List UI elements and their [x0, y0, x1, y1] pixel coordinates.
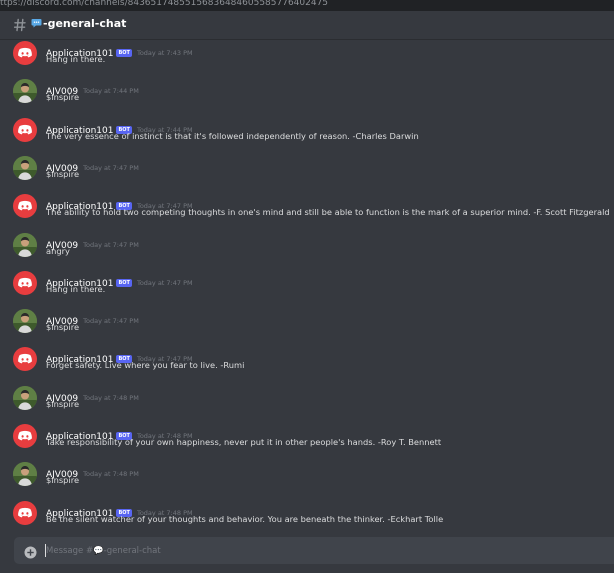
message-timestamp: Today at 7:48 PM	[83, 470, 139, 479]
message-timestamp: Today at 7:44 PM	[83, 87, 139, 96]
channel-title: -general-chat	[31, 17, 126, 31]
message-item[interactable]: Application101 BOT Today at 7:48 PM Be the …	[0, 500, 614, 534]
bot-badge: BOT	[116, 278, 132, 287]
user-avatar[interactable]	[13, 232, 37, 257]
discord-logo-icon[interactable]	[13, 347, 37, 372]
message-composer	[14, 537, 614, 564]
user-avatar[interactable]	[13, 155, 37, 180]
user-avatar[interactable]	[13, 309, 37, 334]
user-avatar[interactable]	[13, 385, 37, 410]
discord-logo-icon[interactable]	[13, 117, 37, 142]
message-header: AJV009 Today at 7:47 PM	[46, 156, 139, 174]
message-text: Be the silent watcher of your thoughts a…	[46, 513, 444, 524]
message-text: angry	[46, 245, 70, 256]
message-item[interactable]: Application101 BOT Today at 7:47 PM The abi…	[0, 193, 614, 227]
message-item[interactable]: Application101 BOT Today at 7:47 PM Forget …	[0, 346, 614, 380]
message-text: $inspire	[46, 398, 80, 409]
message-text: Hang in there.	[46, 54, 106, 64]
channel-header: -general-chat	[0, 11, 614, 40]
message-item[interactable]: AJV009 Today at 7:44 PM $inspire	[0, 78, 614, 112]
message-header: AJV009 Today at 7:47 PM	[46, 309, 139, 327]
message-header: AJV009 Today at 7:44 PM	[46, 79, 139, 97]
message-timestamp: Today at 7:47 PM	[83, 317, 139, 326]
message-header: Application101 BOT Today at 7:47 PM	[46, 194, 193, 212]
message-item[interactable]: Application101 BOT Today at 7:43 PM Hang in…	[0, 40, 614, 74]
message-header: Application101 BOT Today at 7:43 PM	[46, 41, 193, 59]
message-header: Application101 BOT Today at 7:48 PM	[46, 501, 193, 519]
message-header: AJV009 Today at 7:48 PM	[46, 462, 139, 480]
message-header: AJV009 Today at 7:47 PM	[46, 233, 139, 251]
message-item[interactable]: AJV009 Today at 7:47 PM $inspire	[0, 308, 614, 342]
message-item[interactable]: AJV009 Today at 7:47 PM $inspire	[0, 155, 614, 189]
message-timestamp: Today at 7:48 PM	[83, 393, 139, 402]
message-header: Application101 BOT Today at 7:47 PM	[46, 271, 193, 289]
message-input[interactable]	[46, 541, 586, 560]
message-header: Application101 BOT Today at 7:48 PM	[46, 424, 193, 442]
discord-logo-icon[interactable]	[13, 41, 37, 65]
message-item[interactable]: Application101 BOT Today at 7:48 PM Take re…	[0, 423, 614, 457]
channel-title-text: -general-chat	[43, 17, 127, 30]
message-text: Forget safety. Live where you fear to li…	[46, 360, 245, 371]
discord-logo-icon[interactable]	[13, 194, 37, 219]
message-item[interactable]: AJV009 Today at 7:48 PM $inspire	[0, 385, 614, 419]
message-timestamp: Today at 7:47 PM	[83, 240, 139, 249]
message-text: Hang in there.	[46, 283, 106, 294]
message-timestamp: Today at 7:43 PM	[136, 49, 193, 57]
message-text: The very essence of instinct is that it'…	[46, 130, 419, 141]
message-item[interactable]: Application101 BOT Today at 7:44 PM The ver…	[0, 117, 614, 151]
message-item[interactable]: AJV009 Today at 7:48 PM $inspire	[0, 461, 614, 495]
bot-badge: BOT	[116, 49, 132, 57]
message-text: Take responsibility of your own happines…	[46, 437, 442, 447]
discord-logo-icon[interactable]	[13, 270, 37, 295]
message-text: $inspire	[46, 168, 80, 179]
message-text: $inspire	[46, 475, 80, 486]
user-avatar[interactable]	[13, 79, 37, 104]
message-text: $inspire	[46, 92, 80, 103]
discord-logo-icon[interactable]	[13, 500, 37, 525]
speech-bubble-icon	[31, 18, 42, 31]
message-item[interactable]: Application101 BOT Today at 7:47 PM Hang in…	[0, 270, 614, 304]
plus-circle-icon[interactable]	[24, 544, 37, 563]
message-header: Application101 BOT Today at 7:47 PM	[46, 347, 193, 365]
hash-icon	[13, 17, 26, 36]
message-header: Application101 BOT Today at 7:44 PM	[46, 118, 193, 136]
message-header: AJV009 Today at 7:48 PM	[46, 386, 139, 404]
message-timestamp: Today at 7:47 PM	[136, 278, 193, 287]
user-avatar[interactable]	[13, 462, 37, 487]
browser-url-bar[interactable]: ttps://discord.com/channels/843651748551…	[0, 0, 614, 11]
message-item[interactable]: AJV009 Today at 7:47 PM angry	[0, 232, 614, 266]
message-timestamp: Today at 7:47 PM	[83, 163, 139, 172]
discord-logo-icon[interactable]	[13, 424, 37, 448]
message-text: The ability to hold two competing though…	[46, 207, 610, 218]
browser-url[interactable]: ttps://discord.com/channels/843651748551…	[0, 0, 328, 8]
message-text: $inspire	[46, 322, 80, 333]
